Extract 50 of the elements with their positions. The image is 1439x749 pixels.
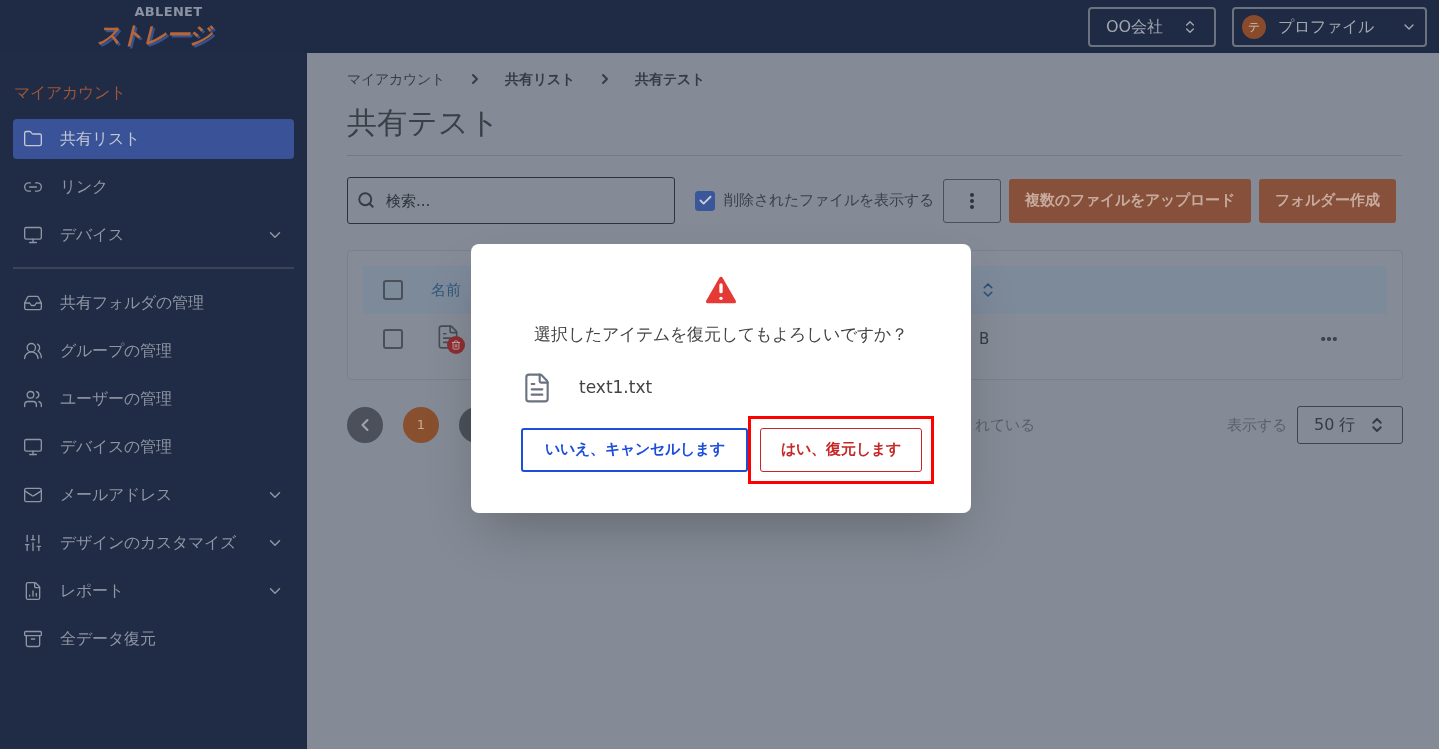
logo-wordmark: ストレージ	[96, 20, 211, 50]
profile-menu[interactable]: テ プロファイル	[1232, 6, 1427, 47]
sliders-icon	[23, 533, 43, 553]
dialog-message: 選択したアイテムを復元してもよろしいですか？	[534, 323, 908, 346]
sidebar-item[interactable]: デバイスの管理	[13, 427, 294, 467]
sidebar-item[interactable]: グループの管理	[13, 331, 294, 371]
action-button[interactable]: 複数のファイルをアップロード	[1009, 178, 1251, 223]
sidebar-item[interactable]: デバイス	[13, 215, 294, 255]
sidebar-item[interactable]: デザインのカスタマイズ	[13, 523, 294, 563]
monitor-icon	[23, 225, 43, 245]
breadcrumb-link[interactable]: マイアカウント	[347, 68, 445, 90]
tray-icon	[23, 293, 43, 313]
checkbox[interactable]	[383, 329, 403, 349]
check-icon	[697, 193, 713, 208]
sidebar-section-title: マイアカウント	[13, 82, 127, 104]
search-field[interactable]: 検索...	[347, 177, 675, 224]
page-title: 共有テスト	[347, 101, 1402, 156]
breadcrumb-link[interactable]: 共有テスト	[635, 68, 705, 90]
sidebar-item[interactable]: レポート	[13, 571, 294, 611]
breadcrumb-link[interactable]: 共有リスト	[505, 68, 575, 90]
company-select[interactable]: OO会社	[1088, 6, 1216, 47]
checkbox[interactable]	[695, 190, 715, 211]
archive-icon	[23, 629, 43, 649]
users-icon	[23, 389, 43, 409]
sidebar-item[interactable]: 共有フォルダの管理	[13, 283, 294, 323]
search-icon	[357, 191, 375, 209]
report-icon	[23, 581, 43, 601]
checkbox[interactable]	[383, 280, 403, 300]
more-button[interactable]	[943, 178, 1001, 223]
restore-button[interactable]: はい、復元します	[760, 427, 922, 472]
mail-icon	[23, 485, 43, 505]
cancel-button[interactable]: いいえ、キャンセルします	[521, 427, 748, 472]
previous-page-button[interactable]	[347, 407, 383, 443]
sidebar-item[interactable]: リンク	[13, 167, 294, 207]
folder-icon	[23, 129, 43, 149]
sidebar-item[interactable]: メールアドレス	[13, 475, 294, 515]
logo-brand: ABLENET	[133, 4, 203, 20]
file-name: text1.txt	[579, 375, 653, 399]
table-cell-text: B	[979, 328, 990, 350]
sidebar-item[interactable]: 全データ復元	[13, 619, 294, 659]
page-button[interactable]: 1	[403, 407, 439, 443]
monitor-icon	[23, 437, 43, 457]
rows-per-page-select[interactable]: 50 行	[1297, 406, 1403, 444]
avatar: テ	[1242, 14, 1266, 39]
kebab-icon	[970, 192, 974, 209]
sidebar-item[interactable]: ユーザーの管理	[13, 379, 294, 419]
sidebar-item[interactable]: 共有リスト	[13, 119, 294, 159]
action-button[interactable]: フォルダー作成	[1259, 178, 1396, 223]
group-icon	[23, 341, 43, 361]
checkbox-label: 削除されたファイルを表示する	[724, 190, 934, 212]
